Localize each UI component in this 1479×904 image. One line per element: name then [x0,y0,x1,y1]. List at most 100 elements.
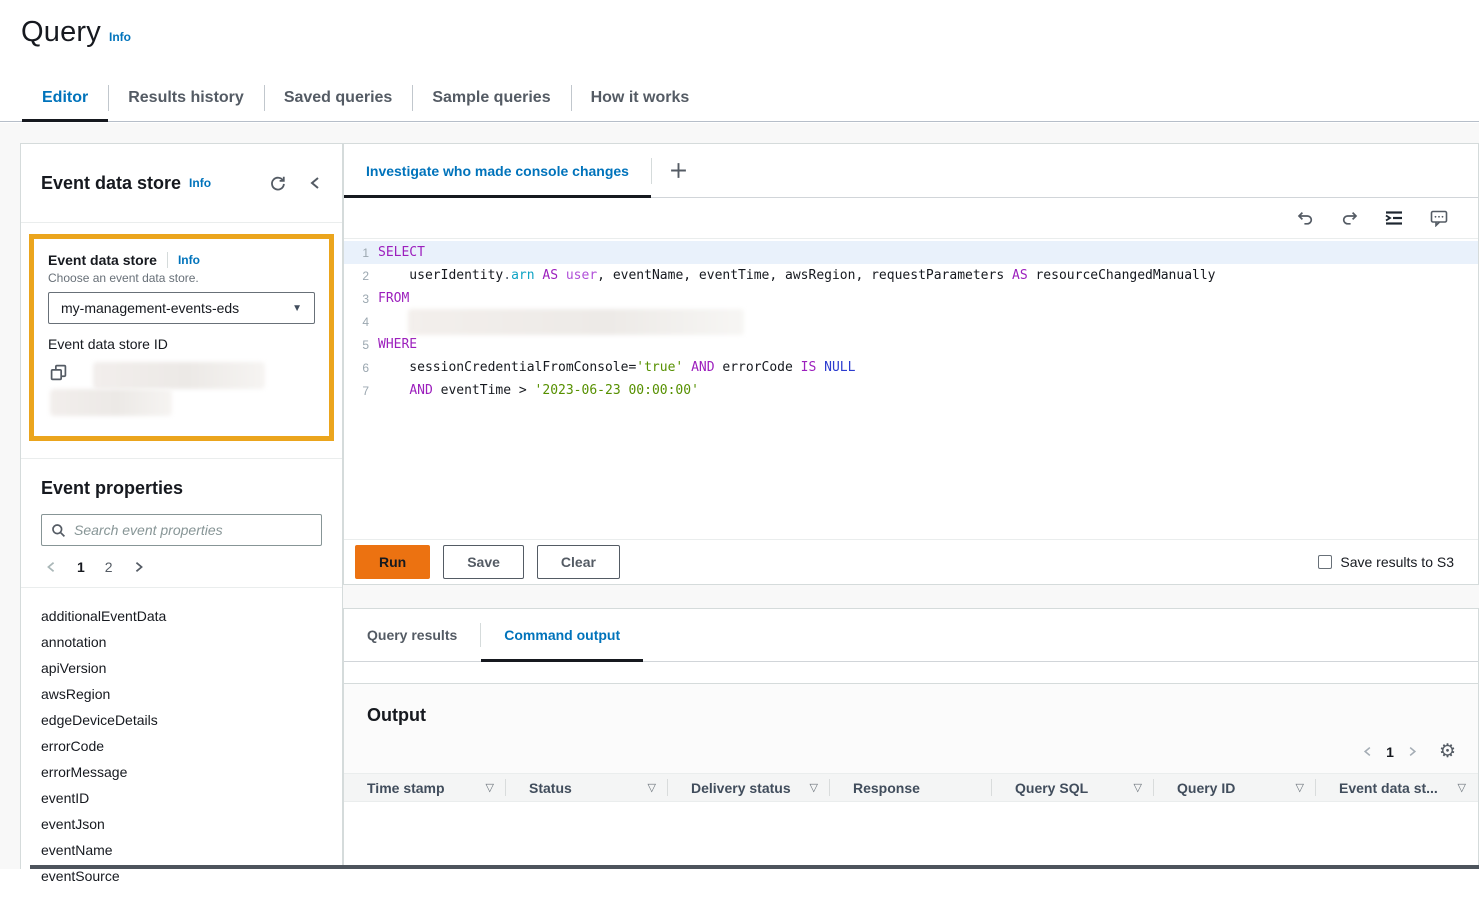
top-tab[interactable]: Saved queries [264,75,413,121]
top-tab-label: Saved queries [284,89,393,107]
filter-icon[interactable]: ▽ [480,781,494,794]
event-properties-title: Event properties [41,478,322,499]
table-column-header[interactable]: Query ID ▽ [1154,774,1316,801]
line-number: 4 [344,315,378,329]
table-column-header[interactable]: Query SQL ▽ [992,774,1154,801]
table-column-header[interactable]: Response [830,774,992,801]
new-query-tab-button[interactable] [652,144,705,197]
event-property-item[interactable]: awsRegion [41,681,322,707]
page-number[interactable]: 1 [77,559,85,575]
code-text: WHERE [378,337,417,352]
copy-id-button[interactable] [50,364,67,381]
copy-icon [50,364,67,381]
filter-icon[interactable]: ▽ [804,781,818,794]
event-data-store-select[interactable]: my-management-events-eds ▼ [48,292,315,324]
redacted-id-value [50,389,172,416]
sql-editor[interactable]: 1 SELECT 2 userIdentity.arn AS user, eve… [344,239,1478,540]
event-property-item[interactable]: eventID [41,785,322,811]
format-sql-button[interactable] [1385,210,1403,226]
event-property-item[interactable]: eventJson [41,811,322,837]
table-column-header[interactable]: Status ▽ [506,774,668,801]
event-data-store-id-row [48,362,315,420]
table-column-header[interactable]: Time stamp ▽ [344,774,506,801]
page-number[interactable]: 2 [105,559,113,575]
event-property-item[interactable]: errorCode [41,733,322,759]
event-property-item[interactable]: annotation [41,629,322,655]
undo-icon [1297,211,1314,226]
output-controls: 1 ⚙ [344,726,1478,773]
previous-page-button[interactable] [1362,745,1373,758]
results-tab-label: Command output [504,627,620,643]
column-label: Query SQL [1015,780,1088,796]
sidebar-info-link[interactable]: Info [189,176,211,190]
event-property-item[interactable]: eventName [41,837,322,863]
redacted-code-value [408,309,744,335]
page-title: Query [21,16,101,49]
event-property-item[interactable]: errorMessage [41,759,322,785]
save-results-to-s3-label: Save results to S3 [1340,554,1454,570]
top-tab-label: Results history [128,89,244,107]
properties-pagination: 12 [41,559,322,575]
callout-info-link[interactable]: Info [178,253,200,267]
event-property-item[interactable]: apiVersion [41,655,322,681]
editor-actions: Run Save Clear Save results to S3 [344,539,1478,584]
top-tabbar: Editor Results history Saved queries Sam… [0,75,1479,122]
clear-button[interactable]: Clear [537,545,620,579]
event-property-item[interactable]: additionalEventData [41,603,322,629]
comment-button[interactable] [1430,210,1448,227]
save-results-to-s3: Save results to S3 [1318,554,1467,570]
chevron-right-icon [133,560,145,574]
search-input[interactable] [74,522,312,538]
refresh-icon [269,175,286,192]
output-table-empty-row [344,802,1478,846]
filter-icon[interactable]: ▽ [1290,781,1304,794]
code-line: 1 SELECT [344,241,1478,264]
table-column-header[interactable]: Delivery status ▽ [668,774,830,801]
filter-icon[interactable]: ▽ [1452,781,1466,794]
top-tab[interactable]: Results history [108,75,264,121]
column-label: Response [853,780,920,796]
next-page-button[interactable] [133,560,145,574]
top-tab[interactable]: Sample queries [412,75,570,121]
page-header: Query Info [0,0,1479,49]
results-tab[interactable]: Command output [481,609,643,661]
query-tab[interactable]: Investigate who made console changes [344,144,651,197]
filter-icon[interactable]: ▽ [642,781,656,794]
save-results-to-s3-checkbox[interactable] [1318,555,1332,569]
redo-button[interactable] [1341,211,1358,226]
previous-page-button[interactable] [45,560,57,574]
save-button[interactable]: Save [443,545,524,579]
run-button[interactable]: Run [355,545,430,579]
code-text: FROM [378,291,409,306]
filter-icon[interactable]: ▽ [1128,781,1142,794]
line-number: 6 [344,361,378,375]
undo-button[interactable] [1297,211,1314,226]
gear-icon: ⚙ [1439,741,1456,762]
top-tab[interactable]: Editor [22,75,108,121]
refresh-button[interactable] [269,175,286,192]
event-properties-search[interactable] [41,514,322,546]
event-properties-section: Event properties 12 [21,458,342,587]
sidebar-title: Event data store [41,173,181,194]
code-text: userIdentity.arn AS user, eventName, eve… [378,268,1216,283]
plus-icon [669,161,688,180]
line-number: 5 [344,338,378,352]
event-property-item[interactable]: edgeDeviceDetails [41,707,322,733]
callout-title: Event data store [48,252,157,268]
redo-icon [1341,211,1358,226]
current-page-number[interactable]: 1 [1386,744,1394,760]
redacted-id-value [93,362,265,389]
collapse-panel-button[interactable] [308,175,322,192]
page-info-link[interactable]: Info [109,30,131,44]
code-line: 7 AND eventTime > '2023-06-23 00:00:00' [344,379,1478,402]
results-tab[interactable]: Query results [344,609,480,661]
results-tab-row: Query results Command output [344,609,1478,662]
next-page-button[interactable] [1407,745,1418,758]
table-column-header[interactable]: Event data st... ▽ [1316,774,1478,801]
settings-button[interactable]: ⚙ [1439,742,1456,761]
column-label: Query ID [1177,780,1235,796]
code-line: 6 sessionCredentialFromConsole='true' AN… [344,356,1478,379]
top-tab[interactable]: How it works [571,75,710,121]
column-label: Event data st... [1339,780,1438,796]
event-data-store-sidebar: Event data storeInfo E [20,143,343,869]
